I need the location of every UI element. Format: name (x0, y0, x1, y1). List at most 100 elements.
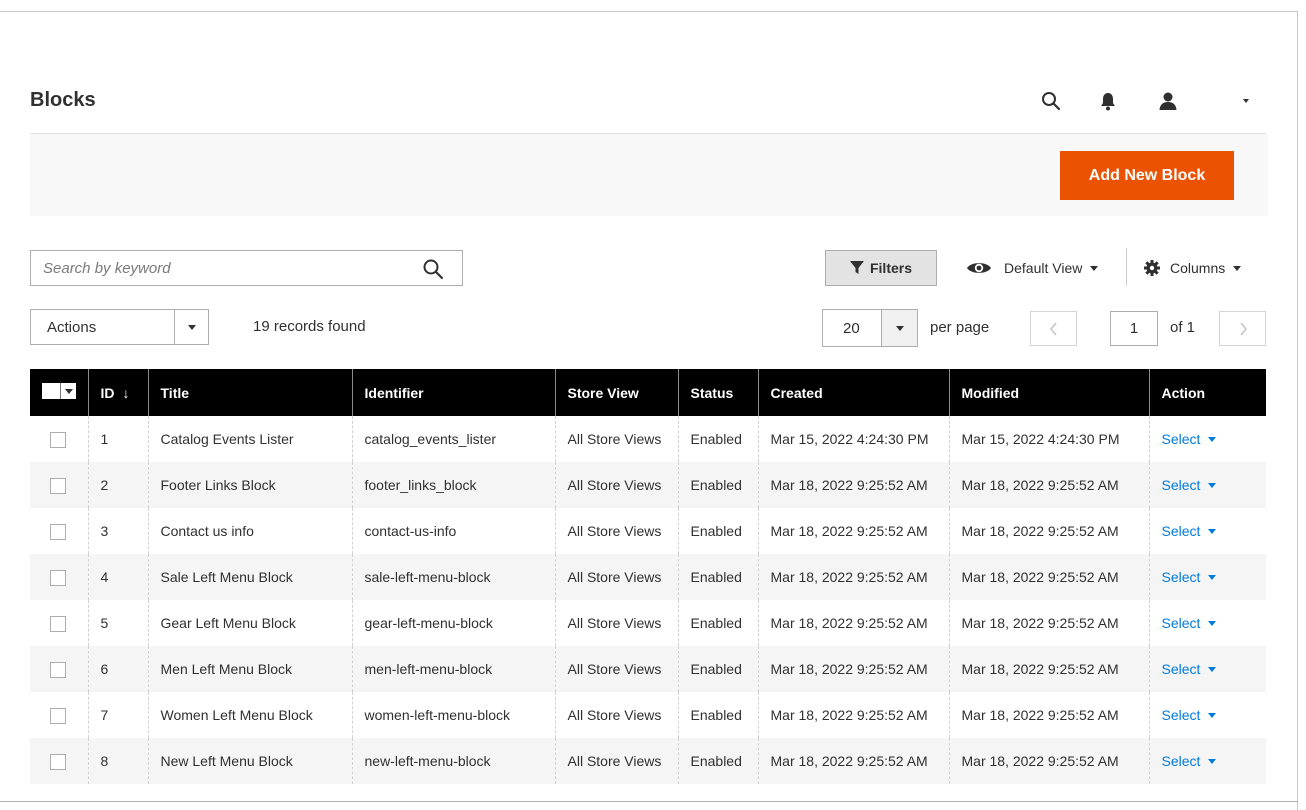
row-checkbox[interactable] (50, 615, 66, 632)
cell-store-view: All Store Views (554, 600, 678, 646)
page-title: Blocks (30, 89, 96, 111)
row-checkbox[interactable] (50, 753, 66, 770)
cell-title: Men Left Menu Block (147, 646, 352, 692)
column-header-id[interactable]: ID ↓ (87, 369, 148, 416)
add-new-block-button[interactable]: Add New Block (1060, 151, 1234, 200)
frame-right-border (1297, 11, 1298, 810)
chevron-down-icon (1208, 528, 1217, 534)
column-header-identifier[interactable]: Identifier (351, 369, 555, 416)
gear-icon (1144, 260, 1160, 276)
keyword-search (30, 250, 463, 286)
mass-select-checkbox[interactable] (42, 383, 76, 399)
row-action-select[interactable]: Select (1162, 753, 1217, 769)
row-action-select[interactable]: Select (1162, 615, 1217, 631)
cell-status: Enabled (677, 508, 758, 554)
cell-store-view: All Store Views (554, 554, 678, 600)
cell-title: Catalog Events Lister (147, 416, 352, 462)
cell-identifier: footer_links_block (351, 462, 555, 508)
blocks-grid: ID ↓ Title Identifier Store View Status C… (30, 369, 1266, 784)
cell-store-view: All Store Views (554, 416, 678, 462)
row-action-select[interactable]: Select (1162, 477, 1217, 493)
search-input[interactable] (31, 251, 411, 285)
cell-modified: Mar 15, 2022 4:24:30 PM (948, 416, 1149, 462)
chevron-down-icon (1208, 712, 1217, 718)
chevron-down-icon (881, 310, 917, 346)
table-row: 3 Contact us info contact-us-info All St… (30, 508, 1266, 554)
default-view-label: Default View (1004, 260, 1083, 276)
cell-status: Enabled (677, 646, 758, 692)
columns-label: Columns (1170, 260, 1226, 276)
column-header-action: Action (1148, 369, 1266, 416)
toolbar-separator (1126, 248, 1127, 286)
user-icon[interactable] (1154, 88, 1182, 114)
cell-status: Enabled (677, 462, 758, 508)
filters-button[interactable]: Filters (825, 250, 937, 286)
table-row: 1 Catalog Events Lister catalog_events_l… (30, 416, 1266, 462)
column-header-created[interactable]: Created (757, 369, 949, 416)
sort-desc-icon: ↓ (122, 384, 130, 401)
chevron-down-icon (1208, 666, 1217, 672)
table-row: 5 Gear Left Menu Block gear-left-menu-bl… (30, 600, 1266, 646)
row-action-select[interactable]: Select (1162, 707, 1217, 723)
cell-created: Mar 18, 2022 9:25:52 AM (757, 600, 949, 646)
table-row: 6 Men Left Menu Block men-left-menu-bloc… (30, 646, 1266, 692)
records-count: 19 records found (253, 318, 366, 335)
cell-created: Mar 18, 2022 9:25:52 AM (757, 462, 949, 508)
row-action-select[interactable]: Select (1162, 523, 1217, 539)
cell-identifier: men-left-menu-block (351, 646, 555, 692)
search-submit-icon[interactable] (422, 258, 444, 280)
cell-created: Mar 18, 2022 9:25:52 AM (757, 508, 949, 554)
cell-id: 1 (87, 416, 148, 462)
chevron-down-icon (1208, 620, 1217, 626)
column-header-title[interactable]: Title (147, 369, 352, 416)
cell-id: 2 (87, 462, 148, 508)
default-view-dropdown[interactable]: Default View (966, 257, 1099, 279)
search-icon[interactable] (1038, 88, 1064, 114)
mass-select-header (30, 369, 88, 416)
row-action-select[interactable]: Select (1162, 569, 1217, 585)
cell-created: Mar 18, 2022 9:25:52 AM (757, 738, 949, 784)
columns-dropdown[interactable]: Columns (1144, 257, 1242, 279)
chevron-left-icon (1049, 322, 1057, 335)
cell-modified: Mar 18, 2022 9:25:52 AM (948, 600, 1149, 646)
cell-identifier: catalog_events_lister (351, 416, 555, 462)
per-page-select[interactable]: 20 (822, 309, 918, 347)
bell-icon[interactable] (1096, 88, 1120, 114)
cell-title: Contact us info (147, 508, 352, 554)
row-checkbox[interactable] (50, 431, 66, 448)
previous-page-button[interactable] (1030, 311, 1077, 346)
header-actions (1030, 88, 1260, 116)
cell-created: Mar 15, 2022 4:24:30 PM (757, 416, 949, 462)
row-checkbox[interactable] (50, 569, 66, 586)
current-page-input[interactable] (1110, 311, 1158, 346)
funnel-icon (849, 261, 864, 274)
total-pages: of 1 (1170, 319, 1196, 336)
row-checkbox[interactable] (50, 477, 66, 494)
column-header-store-view[interactable]: Store View (554, 369, 678, 416)
cell-status: Enabled (677, 738, 758, 784)
row-checkbox[interactable] (50, 707, 66, 724)
row-action-select[interactable]: Select (1162, 431, 1217, 447)
column-header-modified[interactable]: Modified (948, 369, 1149, 416)
column-header-status[interactable]: Status (677, 369, 758, 416)
mass-actions-select[interactable]: Actions (30, 309, 209, 345)
next-page-button[interactable] (1219, 311, 1266, 346)
table-row: 2 Footer Links Block footer_links_block … (30, 462, 1266, 508)
row-checkbox[interactable] (50, 523, 66, 540)
cell-id: 6 (87, 646, 148, 692)
cell-identifier: new-left-menu-block (351, 738, 555, 784)
chevron-down-icon[interactable] (1236, 88, 1256, 114)
row-checkbox[interactable] (50, 661, 66, 678)
cell-identifier: sale-left-menu-block (351, 554, 555, 600)
row-action-select[interactable]: Select (1162, 661, 1217, 677)
cell-status: Enabled (677, 554, 758, 600)
cell-title: Women Left Menu Block (147, 692, 352, 738)
per-page-value: 20 (843, 320, 860, 337)
cell-title: Sale Left Menu Block (147, 554, 352, 600)
table-row: 4 Sale Left Menu Block sale-left-menu-bl… (30, 554, 1266, 600)
cell-title: Gear Left Menu Block (147, 600, 352, 646)
cell-identifier: women-left-menu-block (351, 692, 555, 738)
cell-title: New Left Menu Block (147, 738, 352, 784)
table-row: 7 Women Left Menu Block women-left-menu-… (30, 692, 1266, 738)
chevron-down-icon (174, 310, 208, 344)
